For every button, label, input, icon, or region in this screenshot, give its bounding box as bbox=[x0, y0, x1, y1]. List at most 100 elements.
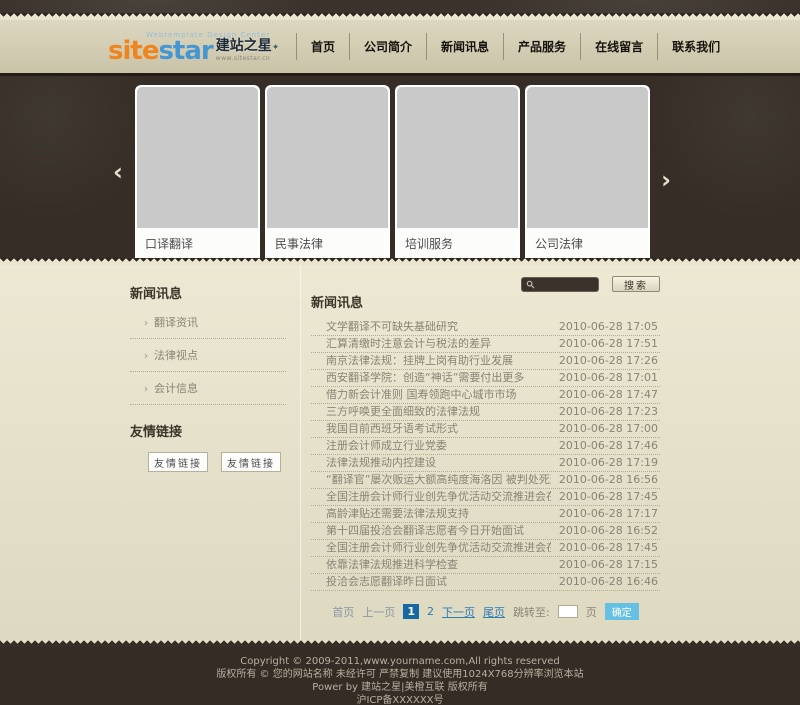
logo-word-star: star bbox=[158, 40, 212, 62]
news-title-link[interactable]: 投洽会志愿翻译昨日面试 bbox=[326, 576, 447, 588]
main-panel: 搜索 新闻讯息 文学翻译不可缺失基础研究 2010-06-28 17:05 汇算… bbox=[300, 265, 680, 640]
product-image-placeholder bbox=[397, 87, 518, 228]
site-footer: Copyright © 2009-2011,www.yourname.com,A… bbox=[0, 647, 800, 705]
sidebar-news-heading: 新闻讯息 bbox=[130, 283, 286, 302]
news-title-link[interactable]: 借力新会计准则 国寿领跑中心城市市场 bbox=[326, 389, 517, 401]
news-title-link[interactable]: 法律法规推动内控建设 bbox=[326, 457, 436, 469]
logo-url-text: www.sitestar.cn bbox=[216, 55, 280, 62]
product-card-label: 口译翻译 bbox=[137, 228, 258, 258]
friend-link-button[interactable]: 友情链接 bbox=[148, 452, 208, 472]
news-date: 2010-06-28 17:47 bbox=[559, 389, 658, 401]
news-date: 2010-06-28 17:26 bbox=[559, 355, 658, 367]
logo-chinese-name: 建站之星✦ bbox=[216, 40, 280, 55]
friend-link-button[interactable]: 友情链接 bbox=[221, 452, 281, 472]
news-row: 全国注册会计师行业创先争优活动交流推进会在昆举行 2010-06-28 17:4… bbox=[311, 540, 660, 557]
news-row: 西安翻译学院：创造“神话”需要付出更多 2010-06-28 17:01 bbox=[311, 370, 660, 387]
product-image-placeholder bbox=[137, 87, 258, 228]
news-date: 2010-06-28 17:23 bbox=[559, 406, 658, 418]
product-card[interactable]: 培训服务 bbox=[395, 85, 520, 258]
product-image-placeholder bbox=[267, 87, 388, 228]
pagination-page-suffix: 页 bbox=[586, 604, 597, 620]
news-date: 2010-06-28 17:45 bbox=[559, 542, 658, 554]
nav-item[interactable]: 首页 bbox=[296, 33, 349, 60]
site-logo[interactable]: Webtemplate Design Center sitestar 建站之星✦… bbox=[108, 31, 294, 62]
logo-word-site: site bbox=[108, 40, 158, 62]
nav-item[interactable]: 产品服务 bbox=[503, 33, 580, 60]
carousel-cards: 口译翻译 民事法律 培训服务 公司法律 bbox=[135, 85, 650, 258]
product-card[interactable]: 民事法律 bbox=[265, 85, 390, 258]
news-row: 全国注册会计师行业创先争优活动交流推进会在昆举行 2010-06-28 17:4… bbox=[311, 489, 660, 506]
news-date: 2010-06-28 16:52 bbox=[559, 525, 658, 537]
news-title-link[interactable]: 西安翻译学院：创造“神话”需要付出更多 bbox=[326, 372, 524, 384]
carousel-next-icon[interactable]: › bbox=[661, 170, 671, 190]
product-card-label: 民事法律 bbox=[267, 228, 388, 258]
chevron-right-icon: › bbox=[144, 384, 148, 395]
product-card[interactable]: 口译翻译 bbox=[135, 85, 260, 258]
friend-link-buttons: 友情链接友情链接 bbox=[148, 452, 286, 472]
news-title-link[interactable]: 南京法律法规：挂牌上岗有助行业发展 bbox=[326, 355, 513, 367]
nav-item[interactable]: 联系我们 bbox=[657, 33, 734, 60]
sidebar-item[interactable]: ›会计信息 bbox=[130, 372, 286, 405]
news-row: 文学翻译不可缺失基础研究 2010-06-28 17:05 bbox=[311, 319, 660, 336]
chevron-right-icon: › bbox=[144, 318, 148, 329]
sidebar-item[interactable]: ›法律视点 bbox=[130, 339, 286, 372]
pagination-page-1[interactable]: 1 bbox=[403, 604, 419, 619]
carousel-section: ‹ › 口译翻译 民事法律 培训服务 公司法律 bbox=[0, 73, 800, 258]
news-title-link[interactable]: 注册会计师成立行业党委 bbox=[326, 440, 447, 452]
pagination-first[interactable]: 首页 bbox=[332, 604, 354, 620]
content-area: 新闻讯息 ›翻译资讯 ›法律视点 ›会计信息 友情链接 友情链接友情链接 bbox=[0, 265, 800, 640]
product-image-placeholder bbox=[527, 87, 648, 228]
sidebar-links-heading: 友情链接 bbox=[130, 421, 286, 440]
news-date: 2010-06-28 16:46 bbox=[559, 576, 658, 588]
pagination-page-2[interactable]: 2 bbox=[427, 605, 434, 618]
footer-line: 版权所有 © 您的网站名称 未经许可 严禁复制 建议使用1024X768分辨率浏… bbox=[0, 668, 800, 681]
search-bar: 搜索 bbox=[521, 276, 660, 292]
news-row: 投洽会志愿翻译昨日面试 2010-06-28 16:46 bbox=[311, 574, 660, 591]
news-date: 2010-06-28 17:05 bbox=[559, 321, 658, 333]
sidebar-menu: ›翻译资讯 ›法律视点 ›会计信息 bbox=[130, 306, 286, 405]
news-title-link[interactable]: 三方呼唤更全面细致的法律法规 bbox=[326, 406, 480, 418]
news-title-link[interactable]: 第十四届投洽会翻译志愿者今日开始面试 bbox=[326, 525, 524, 537]
pagination-next[interactable]: 下一页 bbox=[442, 604, 475, 620]
nav-item[interactable]: 公司简介 bbox=[349, 33, 426, 60]
news-date: 2010-06-28 17:45 bbox=[559, 491, 658, 503]
search-input[interactable] bbox=[521, 277, 599, 292]
search-button[interactable]: 搜索 bbox=[612, 276, 660, 292]
news-row: 高龄津贴还需要法律法规支持 2010-06-28 17:17 bbox=[311, 506, 660, 523]
carousel-prev-icon[interactable]: ‹ bbox=[113, 162, 123, 182]
news-row: “翻译官”屡次贩运大额高纯度海洛因 被判处死刑 2010-06-28 16:56 bbox=[311, 472, 660, 489]
news-row: 注册会计师成立行业党委 2010-06-28 17:46 bbox=[311, 438, 660, 455]
nav-item[interactable]: 在线留言 bbox=[580, 33, 657, 60]
star-icon: ✦ bbox=[272, 43, 280, 53]
sidebar-item[interactable]: ›翻译资讯 bbox=[130, 306, 286, 339]
news-title-link[interactable]: “翻译官”屡次贩运大额高纯度海洛因 被判处死刑 bbox=[326, 474, 551, 486]
pagination-confirm-button[interactable]: 确定 bbox=[605, 603, 639, 620]
pagination-last[interactable]: 尾页 bbox=[483, 604, 505, 620]
news-title-link[interactable]: 汇算清缴时注意会计与税法的差异 bbox=[326, 338, 491, 350]
news-date: 2010-06-28 17:01 bbox=[559, 372, 658, 384]
news-row: 借力新会计准则 国寿领跑中心城市市场 2010-06-28 17:47 bbox=[311, 387, 660, 404]
news-date: 2010-06-28 16:56 bbox=[559, 474, 658, 486]
news-row: 汇算清缴时注意会计与税法的差异 2010-06-28 17:51 bbox=[311, 336, 660, 353]
news-title-link[interactable]: 高龄津贴还需要法律法规支持 bbox=[326, 508, 469, 520]
news-date: 2010-06-28 17:15 bbox=[559, 559, 658, 571]
product-card-label: 公司法律 bbox=[527, 228, 648, 258]
news-title-link[interactable]: 全国注册会计师行业创先争优活动交流推进会在昆举行 bbox=[326, 542, 551, 554]
footer-line: Copyright © 2009-2011,www.yourname.com,A… bbox=[0, 655, 800, 668]
news-title-link[interactable]: 文学翻译不可缺失基础研究 bbox=[326, 321, 458, 333]
pagination: 首页 上一页 1 2 下一页 尾页 跳转至: 页 确定 bbox=[311, 603, 660, 620]
footer-line: 沪ICP备XXXXXX号 bbox=[0, 694, 800, 705]
product-card[interactable]: 公司法律 bbox=[525, 85, 650, 258]
news-row: 第十四届投洽会翻译志愿者今日开始面试 2010-06-28 16:52 bbox=[311, 523, 660, 540]
sidebar: 新闻讯息 ›翻译资讯 ›法律视点 ›会计信息 友情链接 友情链接友情链接 bbox=[120, 265, 300, 640]
product-card-label: 培训服务 bbox=[397, 228, 518, 258]
news-row: 依靠法律法规推进科学检查 2010-06-28 17:15 bbox=[311, 557, 660, 574]
news-title-link[interactable]: 依靠法律法规推进科学检查 bbox=[326, 559, 458, 571]
chevron-right-icon: › bbox=[144, 351, 148, 362]
news-title-link[interactable]: 我国目前西班牙语考试形式 bbox=[326, 423, 458, 435]
news-date: 2010-06-28 17:17 bbox=[559, 508, 658, 520]
pagination-jump-input[interactable] bbox=[558, 605, 578, 618]
nav-item[interactable]: 新闻讯息 bbox=[426, 33, 503, 60]
news-title-link[interactable]: 全国注册会计师行业创先争优活动交流推进会在昆举行 bbox=[326, 491, 551, 503]
pagination-prev[interactable]: 上一页 bbox=[362, 604, 395, 620]
